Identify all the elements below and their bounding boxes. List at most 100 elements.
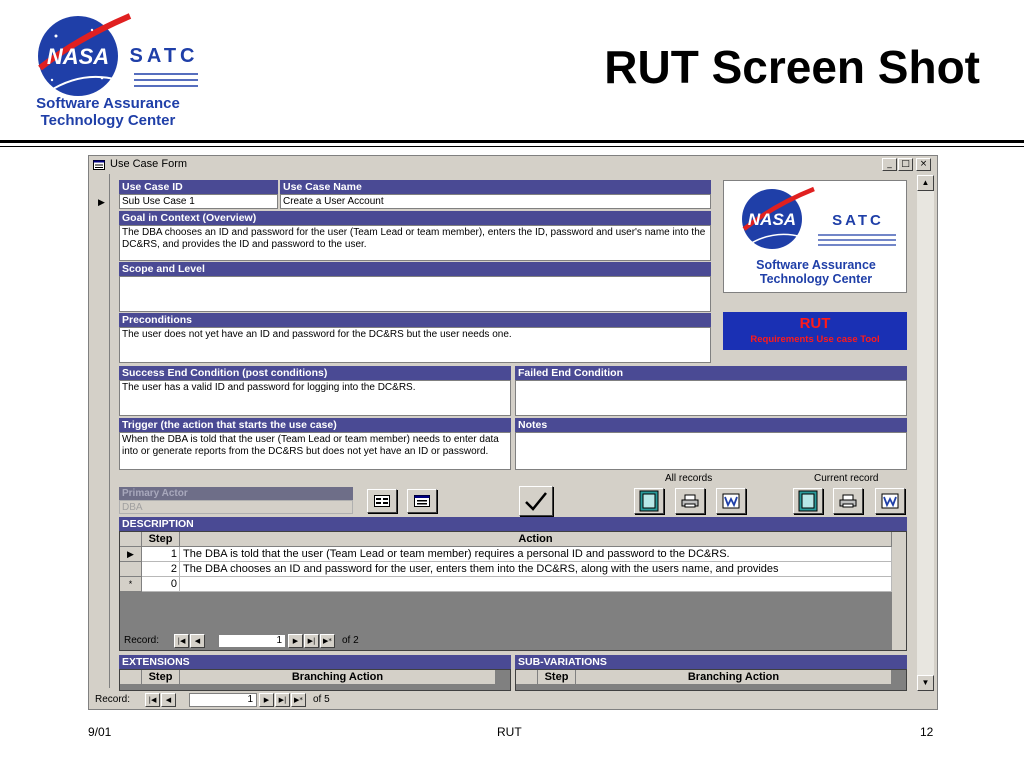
record-selector-column[interactable]: ▶ (91, 174, 110, 688)
form-vertical-scrollbar[interactable]: ▲ ▼ (917, 175, 934, 691)
satc-line1: Software Assurance (756, 258, 876, 272)
step-cell[interactable]: 1 (142, 547, 180, 562)
report-preview-icon (798, 490, 818, 512)
new-record-button[interactable]: ▶* (291, 693, 306, 707)
extensions-label: EXTENSIONS (119, 655, 511, 669)
next-record-button[interactable]: ▶ (259, 693, 274, 707)
header-corner (120, 532, 142, 547)
maximize-button[interactable]: □ (898, 158, 913, 171)
description-scrollbar[interactable] (892, 532, 906, 650)
word-export-icon (722, 493, 740, 509)
satc-logo-panel: NASA SATC Software Assurance Technology … (723, 180, 907, 293)
logo-nasa-text: NASA (47, 44, 109, 69)
record-number-input[interactable]: 1 (189, 693, 257, 707)
all-records-word-button[interactable] (716, 488, 746, 514)
printer-icon (839, 494, 857, 508)
logo-satc-text: SATC (130, 45, 199, 67)
success-condition-field[interactable]: The user has a valid ID and password for… (119, 380, 511, 416)
nasa-satc-logo: NASA SATC Software Assurance Technology … (22, 8, 200, 132)
all-records-print-button[interactable] (675, 488, 705, 514)
use-case-name-label: Use Case Name (280, 180, 711, 194)
description-step-header[interactable]: Step (142, 532, 180, 547)
record-label: Record: (124, 635, 160, 646)
current-record-caption: Current record (814, 473, 879, 484)
next-record-button[interactable]: ▶ (288, 634, 303, 648)
extensions-step-header[interactable]: Step (142, 670, 180, 685)
checkmark-icon (525, 492, 547, 511)
form-view-button[interactable] (367, 489, 397, 513)
prev-record-button[interactable]: ◀ (190, 634, 205, 648)
datasheet-icon (414, 495, 430, 507)
new-record-button[interactable]: ▶* (320, 634, 335, 648)
description-subform: Step Action ▶ 1 The DBA is told that the… (119, 531, 907, 651)
primary-actor-field[interactable]: DBA (119, 500, 353, 514)
extensions-subform: Step Branching Action (119, 669, 511, 691)
form-icon (93, 160, 105, 170)
notes-label: Notes (515, 418, 907, 432)
rut-title: RUT (799, 315, 831, 332)
description-label: DESCRIPTION (119, 517, 907, 531)
footer-page-number: 12 (920, 725, 934, 739)
use-case-name-field[interactable]: Create a User Account (280, 194, 711, 209)
row-selector[interactable] (120, 562, 142, 577)
new-step-cell[interactable]: 0 (142, 577, 180, 592)
current-record-word-button[interactable] (875, 488, 905, 514)
form-view-icon (374, 495, 390, 507)
header-corner (120, 670, 142, 685)
all-records-preview-button[interactable] (634, 488, 664, 514)
header-corner (516, 670, 538, 685)
description-record-navigator: Record: |◀ ◀ 1 ▶ ▶| ▶* of 2 (124, 633, 524, 649)
record-number-input[interactable]: 1 (218, 634, 286, 648)
rut-banner: RUT Requirements Use case Tool (723, 312, 907, 350)
header-rule-thin (0, 146, 1024, 147)
first-record-button[interactable]: |◀ (145, 693, 160, 707)
current-record-print-button[interactable] (833, 488, 863, 514)
satc-logo-image: NASA SATC Software Assurance Technology … (742, 186, 896, 286)
current-record-preview-button[interactable] (793, 488, 823, 514)
new-row-selector[interactable]: * (120, 577, 142, 592)
primary-actor-label: Primary Actor (119, 487, 353, 500)
failed-condition-label: Failed End Condition (515, 366, 907, 380)
satc-acronym-text: SATC (832, 212, 884, 229)
new-action-cell[interactable] (180, 577, 892, 592)
last-record-button[interactable]: ▶| (304, 634, 319, 648)
failed-condition-field[interactable] (515, 380, 907, 416)
scope-field[interactable] (119, 276, 711, 312)
scroll-down-button[interactable]: ▼ (917, 675, 934, 691)
goal-field[interactable]: The DBA chooses an ID and password for t… (119, 225, 711, 261)
minimize-button[interactable]: _ (882, 158, 897, 171)
action-cell[interactable]: The DBA chooses an ID and password for t… (180, 562, 892, 577)
first-record-button[interactable]: |◀ (174, 634, 189, 648)
scroll-up-button[interactable]: ▲ (917, 175, 934, 191)
last-record-button[interactable]: ▶| (275, 693, 290, 707)
trigger-label: Trigger (the action that starts the use … (119, 418, 511, 432)
record-count: of 2 (342, 635, 359, 646)
record-count: of 5 (313, 694, 330, 705)
rut-subtitle: Requirements Use case Tool (750, 334, 880, 345)
trigger-field[interactable]: When the DBA is told that the user (Team… (119, 432, 511, 470)
extensions-branching-header[interactable]: Branching Action (180, 670, 496, 685)
window-titlebar[interactable]: Use Case Form _ □ × (90, 157, 936, 173)
use-case-id-field[interactable]: Sub Use Case 1 (119, 194, 278, 209)
prev-record-button[interactable]: ◀ (161, 693, 176, 707)
slide-title: RUT Screen Shot (604, 41, 980, 93)
printer-icon (681, 494, 699, 508)
notes-field[interactable] (515, 432, 907, 470)
row-selector[interactable]: ▶ (120, 547, 142, 562)
use-case-form-window: Use Case Form _ □ × ▶ Use Case ID Use Ca… (88, 155, 938, 710)
logo-line2: Technology Center (41, 112, 176, 129)
description-action-header[interactable]: Action (180, 532, 892, 547)
subvariations-branching-header[interactable]: Branching Action (576, 670, 892, 685)
logo-line1: Software Assurance (36, 95, 180, 112)
save-check-button[interactable] (519, 486, 553, 516)
preconditions-field[interactable]: The user does not yet have an ID and pas… (119, 327, 711, 363)
datasheet-view-button[interactable] (407, 489, 437, 513)
success-condition-label: Success End Condition (post conditions) (119, 366, 511, 380)
satc-line2: Technology Center (760, 272, 872, 286)
step-cell[interactable]: 2 (142, 562, 180, 577)
report-preview-icon (639, 490, 659, 512)
subvariations-step-header[interactable]: Step (538, 670, 576, 685)
close-button[interactable]: × (916, 158, 931, 171)
action-cell[interactable]: The DBA is told that the user (Team Lead… (180, 547, 892, 562)
window-title: Use Case Form (110, 158, 188, 170)
